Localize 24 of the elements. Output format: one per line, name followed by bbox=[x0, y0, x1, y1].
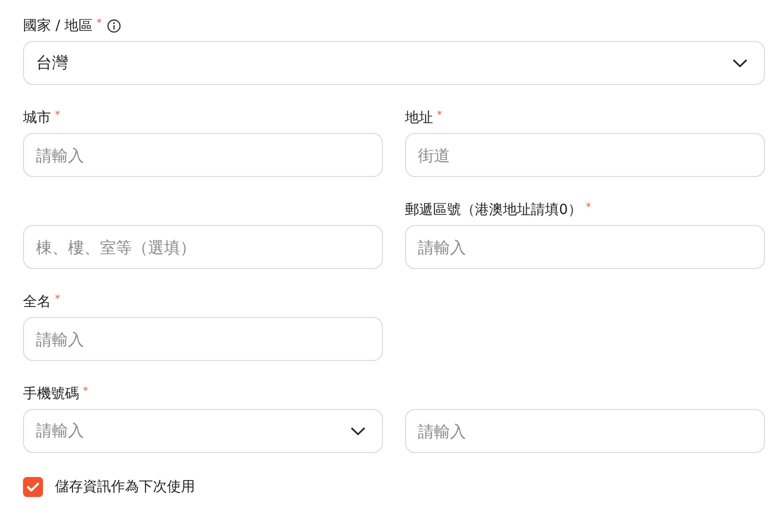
checkbox[interactable] bbox=[23, 477, 43, 497]
chevron-down-icon bbox=[732, 58, 748, 68]
required-mark: * bbox=[586, 202, 591, 213]
chevron-down-icon bbox=[350, 426, 366, 436]
field-label: 地址 bbox=[405, 109, 433, 127]
field-label: 手機號碼 bbox=[23, 385, 79, 403]
text-field[interactable]: 街道 bbox=[405, 133, 765, 177]
text-field[interactable]: 請輸入 bbox=[23, 133, 383, 177]
text-field[interactable]: 請輸入 bbox=[23, 317, 383, 361]
required-mark: * bbox=[83, 386, 88, 397]
required-mark: * bbox=[55, 110, 60, 121]
field-label: 國家 / 地區 bbox=[23, 17, 93, 35]
checkbox-label: 儲存資訊作為下次使用 bbox=[55, 478, 195, 496]
required-mark: * bbox=[55, 294, 60, 305]
field-label: 郵遞區號（港澳地址請填0） bbox=[405, 201, 582, 219]
text-field[interactable]: 請輸入 bbox=[405, 409, 765, 453]
required-mark: * bbox=[437, 110, 442, 121]
field-label: 全名 bbox=[23, 293, 51, 311]
required-mark: * bbox=[96, 18, 102, 29]
text-field[interactable]: 棟、樓、室等（選填） bbox=[23, 225, 383, 269]
field-label: 城市 bbox=[23, 109, 51, 127]
text-field[interactable]: 請輸入 bbox=[405, 225, 765, 269]
dropdown-field[interactable]: 台灣 bbox=[23, 41, 765, 85]
info-icon[interactable] bbox=[106, 19, 121, 33]
